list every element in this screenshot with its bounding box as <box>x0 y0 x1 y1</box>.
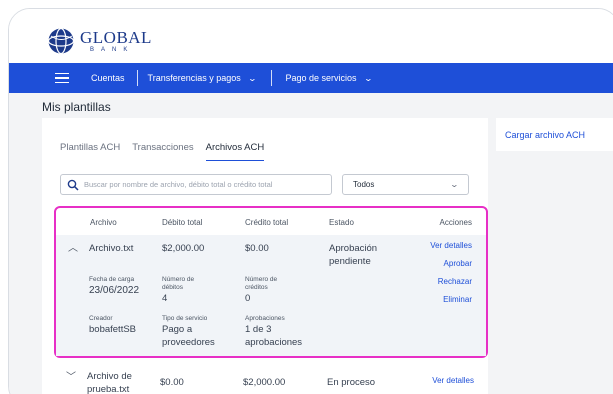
table-row: ﹀ Archivo de prueba.txt $0.00 $2,000.00 … <box>54 368 488 394</box>
tab-bar: Plantillas ACH Transacciones Archivos AC… <box>60 142 276 161</box>
search-placeholder: Buscar por nombre de archivo, débito tot… <box>84 180 273 189</box>
status: En proceso <box>327 377 376 388</box>
credit-total: $2,000.00 <box>243 377 286 388</box>
page-title: Mis plantillas <box>42 100 111 114</box>
nav-cuentas[interactable]: Cuentas <box>91 73 125 83</box>
upload-ach-file-button[interactable]: Cargar archivo ACH <box>496 118 613 151</box>
hamburger-menu-icon[interactable] <box>55 73 69 83</box>
approve-link[interactable]: Aprobar <box>444 259 472 268</box>
logo-name: GLOBAL <box>80 28 152 47</box>
delete-link[interactable]: Eliminar <box>443 295 472 304</box>
col-debito: Débito total <box>162 218 203 227</box>
creator-value: bobafettSB <box>89 324 137 335</box>
nav-pago-servicios[interactable]: Pago de servicios ⌄ <box>285 73 373 83</box>
main-nav: Cuentas Transferencias y pagos ⌄ Pago de… <box>9 63 613 93</box>
col-credito: Crédito total <box>245 218 289 227</box>
col-estado: Estado <box>329 218 354 227</box>
credits-label-1: Número de <box>245 276 278 283</box>
nav-cuentas-label: Cuentas <box>91 73 125 83</box>
approvals-line-2: aprobaciones <box>245 337 303 348</box>
bank-logo[interactable]: GLOBAL BANK <box>47 27 152 55</box>
service-type-line-2: proveedores <box>162 337 215 348</box>
debits-label-1: Número de <box>162 276 195 283</box>
col-acciones: Acciones <box>439 218 472 227</box>
nav-pago-servicios-label: Pago de servicios <box>285 73 357 83</box>
approvals-label: Aprobaciones <box>245 315 285 322</box>
debit-total: $2,000.00 <box>162 243 205 254</box>
reject-link[interactable]: Rechazar <box>438 277 472 286</box>
file-name-line-2: prueba.txt <box>87 384 130 394</box>
chevron-down-icon: ⌄ <box>449 180 460 189</box>
header: GLOBAL BANK <box>9 9 613 63</box>
debits-label-2: débitos <box>162 284 183 291</box>
chevron-down-icon: ⌄ <box>363 73 373 83</box>
status-line-2: pendiente <box>329 256 371 267</box>
view-details-link[interactable]: Ver detalles <box>432 376 474 385</box>
service-type-label: Tipo de servicio <box>162 315 208 322</box>
chevron-down-icon[interactable]: ﹀ <box>66 368 76 383</box>
status-filter-select[interactable]: Todos ⌄ <box>342 174 469 195</box>
templates-card: Plantillas ACH Transacciones Archivos AC… <box>42 118 488 394</box>
status-line-1: Aprobación <box>329 243 378 254</box>
search-input[interactable]: Buscar por nombre de archivo, débito tot… <box>60 174 332 195</box>
tab-plantillas-ach[interactable]: Plantillas ACH <box>60 142 120 161</box>
logo-sub: BANK <box>90 47 135 53</box>
nav-transferencias[interactable]: Transferencias y pagos ⌄ <box>147 73 257 83</box>
nav-transferencias-label: Transferencias y pagos <box>147 73 241 83</box>
debit-total: $0.00 <box>160 377 184 388</box>
upload-ach-file-label: Cargar archivo ACH <box>505 129 586 140</box>
tab-archivos-ach[interactable]: Archivos ACH <box>205 142 265 161</box>
credit-total: $0.00 <box>245 243 269 254</box>
table-header: Archivo Débito total Crédito total Estad… <box>56 208 486 235</box>
globe-logo-icon <box>47 27 75 55</box>
table-row-expanded: ︿ Archivo.txt $2,000.00 $0.00 Aprobación… <box>56 235 486 356</box>
view-details-link[interactable]: Ver detalles <box>430 241 472 250</box>
file-name: Archivo.txt <box>89 243 134 254</box>
load-date-value: 23/06/2022 <box>89 285 140 296</box>
nav-divider <box>136 70 138 86</box>
col-archivo: Archivo <box>90 218 117 227</box>
load-date-label: Fecha de carga <box>89 276 135 283</box>
chevron-down-icon: ⌄ <box>247 73 257 83</box>
tab-transacciones[interactable]: Transacciones <box>132 142 193 161</box>
files-table: Archivo Débito total Crédito total Estad… <box>54 206 488 358</box>
approvals-line-1: 1 de 3 <box>245 324 272 335</box>
nav-divider <box>271 70 273 86</box>
file-name-line-1: Archivo de <box>87 371 132 382</box>
credits-label-2: créditos <box>245 284 268 291</box>
creator-label: Creador <box>89 315 113 322</box>
service-type-line-1: Pago a <box>162 324 193 335</box>
search-icon <box>67 179 79 191</box>
debits-value: 4 <box>162 293 168 304</box>
chevron-up-icon[interactable]: ︿ <box>68 239 78 254</box>
credits-value: 0 <box>245 293 251 304</box>
status-filter-value: Todos <box>353 180 375 189</box>
